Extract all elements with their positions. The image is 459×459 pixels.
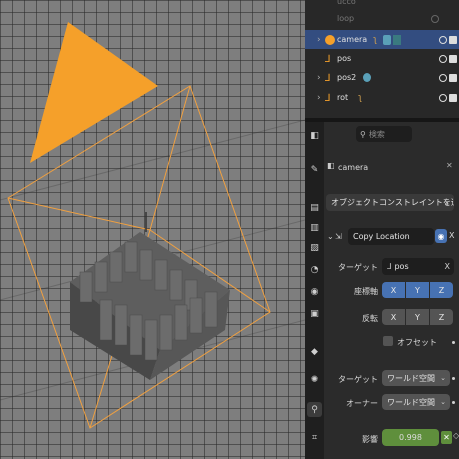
tool-icon[interactable]: ✎ <box>307 162 322 177</box>
object-cluster[interactable] <box>70 212 230 380</box>
outliner[interactable]: ucco loop › camera ʅ ⅃ pos › ⅃ pos2 › ⅃ … <box>305 0 459 118</box>
modifier-icon <box>393 34 401 45</box>
camera-data-icon <box>383 34 391 45</box>
pin-icon[interactable]: ✕ <box>446 161 453 170</box>
outliner-row-rot[interactable]: › ⅃ rot ʅ <box>305 88 459 107</box>
search-icon: ⚲ <box>360 129 366 139</box>
properties-tab-strip: ◧ ✎ ▤ ▥ ▨ ◔ ◉ ▣ ◆ ✺ ⚲ ⌗ <box>305 122 324 459</box>
invert-label: 反転 <box>362 314 378 323</box>
offset-checkbox[interactable] <box>383 336 393 346</box>
constraint-name: Copy Location <box>353 232 410 241</box>
particles-icon[interactable]: ✺ <box>307 372 322 387</box>
camera-up-triangle[interactable] <box>30 22 158 163</box>
constraint-name-field[interactable]: Copy Location <box>348 228 434 245</box>
outliner-row-pos[interactable]: ⅃ pos <box>305 49 459 68</box>
visibility-icon[interactable] <box>439 73 447 82</box>
copy-location-icon: ⇲ <box>335 232 342 241</box>
modifier-icon[interactable]: ◆ <box>307 344 322 359</box>
invert-y-toggle[interactable]: Y <box>406 309 429 325</box>
animate-dot-icon[interactable] <box>452 341 455 344</box>
invert-z-toggle[interactable]: Z <box>430 309 453 325</box>
constraint-panel: ⚲ 検索 ◧ camera ✕ オブジェクトコンストレイントを追加 ⌄ ⌄ ⇲ … <box>324 122 459 459</box>
owner-space-value: ワールド空間 <box>387 397 435 407</box>
properties-editor[interactable]: ◧ ✎ ▤ ▥ ▨ ◔ ◉ ▣ ◆ ✺ ⚲ ⌗ ⚲ 検索 ◧ camera ✕ … <box>305 122 459 459</box>
target-space-label: ターゲット <box>338 375 378 384</box>
target-space-value: ワールド空間 <box>387 373 435 383</box>
render-camera-icon[interactable] <box>449 73 457 82</box>
visibility-icon[interactable] <box>431 14 439 23</box>
3d-viewport[interactable] <box>0 0 305 459</box>
visibility-icon[interactable] <box>439 54 447 63</box>
search-placeholder: 検索 <box>368 129 385 139</box>
render-camera-icon[interactable] <box>449 93 457 102</box>
influence-label: 影響 <box>362 435 378 444</box>
expand-chevron-icon[interactable]: › <box>317 93 321 103</box>
render-camera-icon[interactable] <box>449 35 457 44</box>
add-constraint-label: オブジェクトコンストレイントを追加 <box>331 198 454 207</box>
target-clear-button[interactable]: X <box>445 262 450 271</box>
constraint-icon[interactable]: ⚲ <box>307 402 322 417</box>
influence-slider[interactable]: 0.998 <box>382 429 439 446</box>
view-layer-icon[interactable]: ▨ <box>307 240 322 255</box>
object-name: camera <box>338 163 369 172</box>
animate-dot-icon[interactable] <box>452 401 455 404</box>
keyframe-diamond-icon[interactable]: ◇ <box>453 431 459 440</box>
search-input[interactable]: ⚲ 検索 <box>356 126 412 142</box>
modifier-icon <box>363 73 371 82</box>
object-icon[interactable]: ▣ <box>307 306 322 321</box>
output-icon[interactable]: ▥ <box>307 220 322 235</box>
empty-object-icon: ⅃ <box>325 72 331 84</box>
axis-x-toggle[interactable]: X <box>382 282 405 298</box>
empty-object-icon: ⅃ <box>325 53 331 65</box>
target-label: ターゲット <box>338 263 378 272</box>
add-constraint-dropdown[interactable]: オブジェクトコンストレイントを追加 ⌄ <box>326 194 454 211</box>
invert-x-toggle[interactable]: X <box>382 309 405 325</box>
render-camera-icon[interactable] <box>449 54 457 63</box>
offset-label: オフセット <box>397 338 437 347</box>
enable-toggle-icon[interactable]: ◉ <box>435 229 447 243</box>
target-value: pos <box>394 262 409 271</box>
viewport-scene <box>0 22 305 429</box>
outliner-row-label: loop <box>337 14 355 23</box>
empty-object-icon: ⅃ <box>387 262 392 271</box>
outliner-row-label: camera <box>337 35 368 44</box>
chevron-down-icon: ⌄ <box>440 398 446 406</box>
constraint-icon: ʅ <box>358 92 363 103</box>
visibility-icon[interactable] <box>439 93 447 102</box>
outliner-row-label: ucco <box>337 0 356 6</box>
target-space-dropdown[interactable]: ワールド空間 ⌄ <box>382 370 450 386</box>
camera-object-icon <box>325 34 335 45</box>
object-type-icon: ◧ <box>327 161 335 170</box>
constraint-close-button[interactable]: X <box>449 231 454 240</box>
constraint-icon: ʅ <box>373 34 378 45</box>
visibility-icon[interactable] <box>439 35 447 44</box>
world-icon[interactable]: ◉ <box>307 284 322 299</box>
outliner-row-label: pos <box>337 54 352 63</box>
outliner-row-camera[interactable]: › camera ʅ <box>305 30 459 49</box>
editor-type-icon[interactable]: ◧ <box>307 128 322 143</box>
axis-label: 座標軸 <box>354 287 378 296</box>
axis-z-toggle[interactable]: Z <box>430 282 453 298</box>
target-field[interactable]: ⅃ pos X <box>382 258 454 275</box>
empty-object-icon: ⅃ <box>325 92 331 104</box>
render-icon[interactable]: ▤ <box>307 200 322 215</box>
animate-dot-icon[interactable] <box>452 377 455 380</box>
disable-keep-transform-button[interactable]: ✕ <box>441 431 452 444</box>
scene-icon[interactable]: ◔ <box>307 262 322 277</box>
expand-chevron-icon[interactable]: › <box>317 35 321 45</box>
collapse-chevron-icon[interactable]: ⌄ <box>327 232 334 241</box>
outliner-row-pos2[interactable]: › ⅃ pos2 <box>305 68 459 87</box>
axis-y-toggle[interactable]: Y <box>406 282 429 298</box>
chevron-down-icon: ⌄ <box>440 374 446 382</box>
influence-value: 0.998 <box>399 433 422 442</box>
outliner-row-loop[interactable]: loop <box>305 9 459 28</box>
outliner-row-label: rot <box>337 93 349 102</box>
owner-space-label: オーナー <box>346 399 378 408</box>
expand-chevron-icon[interactable]: › <box>317 73 321 83</box>
owner-space-dropdown[interactable]: ワールド空間 ⌄ <box>382 394 450 410</box>
chevron-down-icon: ⌄ <box>444 198 450 207</box>
outliner-row-label: pos2 <box>337 73 357 82</box>
data-icon[interactable]: ⌗ <box>307 430 322 445</box>
